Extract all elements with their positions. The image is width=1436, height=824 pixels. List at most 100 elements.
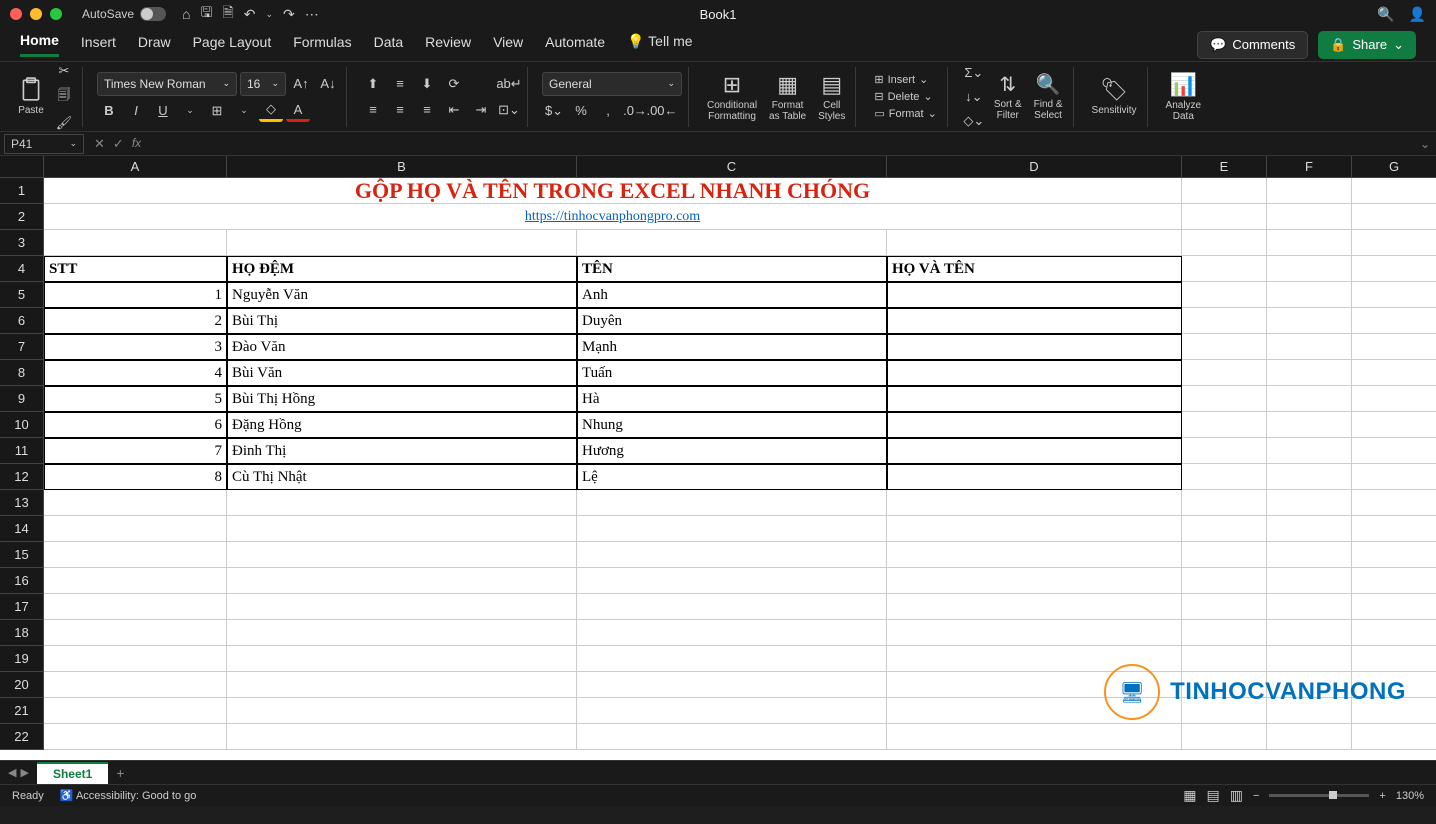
cancel-formula-icon[interactable]: ✕ [94, 136, 105, 152]
align-middle-icon[interactable]: ≡ [388, 73, 412, 95]
cell[interactable] [577, 568, 887, 594]
row-header-10[interactable]: 10 [0, 412, 44, 438]
cell[interactable] [887, 308, 1182, 334]
cell[interactable] [44, 542, 227, 568]
cell[interactable] [1267, 412, 1352, 438]
close-window[interactable] [10, 8, 22, 20]
cell[interactable] [1267, 542, 1352, 568]
cell[interactable] [1352, 256, 1436, 282]
font-size-dropdown[interactable]: 16⌄ [240, 72, 286, 96]
home-icon[interactable]: ⌂ [182, 6, 190, 22]
row-header-11[interactable]: 11 [0, 438, 44, 464]
cell[interactable] [1267, 282, 1352, 308]
cell[interactable] [1182, 620, 1267, 646]
cell[interactable] [577, 542, 887, 568]
cell[interactable]: Bùi Thị [227, 308, 577, 334]
autosum-icon[interactable]: Σ⌄ [962, 62, 986, 84]
cell[interactable] [887, 724, 1182, 750]
cell[interactable] [44, 568, 227, 594]
formula-input[interactable] [151, 134, 1414, 154]
cell[interactable] [227, 230, 577, 256]
cell[interactable] [577, 672, 887, 698]
accessibility-status[interactable]: ♿ Accessibility: Good to go [60, 789, 197, 802]
row-header-13[interactable]: 13 [0, 490, 44, 516]
cell[interactable] [887, 490, 1182, 516]
cell[interactable]: 2 [44, 308, 227, 334]
cell[interactable] [1352, 386, 1436, 412]
cell[interactable] [227, 542, 577, 568]
cell[interactable]: 1 [44, 282, 227, 308]
cell[interactable] [1352, 724, 1436, 750]
row-header-22[interactable]: 22 [0, 724, 44, 750]
cell[interactable] [887, 230, 1182, 256]
cell[interactable] [1182, 230, 1267, 256]
tab-draw[interactable]: Draw [138, 34, 171, 56]
font-color-icon[interactable]: A [286, 100, 310, 122]
clear-icon[interactable]: ◇⌄ [962, 110, 986, 132]
row-header-17[interactable]: 17 [0, 594, 44, 620]
column-header-G[interactable]: G [1352, 156, 1436, 178]
sensitivity-button[interactable]: 🏷Sensitivity [1088, 75, 1141, 118]
cell[interactable] [1267, 464, 1352, 490]
cell[interactable] [1182, 256, 1267, 282]
cell[interactable]: 7 [44, 438, 227, 464]
align-left-icon[interactable]: ≡ [361, 99, 385, 121]
tab-tell-me[interactable]: 💡 Tell me [627, 33, 692, 56]
cell[interactable] [1182, 334, 1267, 360]
select-all-cells[interactable] [0, 156, 44, 178]
fx-icon[interactable]: fx [132, 136, 141, 152]
title-cell[interactable]: GỘP HỌ VÀ TÊN TRONG EXCEL NHANH CHÓNG [44, 178, 1182, 204]
cell[interactable] [887, 620, 1182, 646]
cell[interactable] [227, 724, 577, 750]
cell[interactable] [1182, 204, 1267, 230]
cell[interactable] [1182, 594, 1267, 620]
cell[interactable] [44, 672, 227, 698]
cell[interactable] [1182, 386, 1267, 412]
cell[interactable]: Bùi Văn [227, 360, 577, 386]
cell[interactable] [887, 334, 1182, 360]
tab-insert[interactable]: Insert [81, 34, 116, 56]
cell[interactable] [887, 568, 1182, 594]
copy-icon[interactable]: 🗐 [52, 86, 76, 108]
cell[interactable] [227, 646, 577, 672]
row-header-6[interactable]: 6 [0, 308, 44, 334]
cell[interactable] [887, 386, 1182, 412]
cell[interactable] [1182, 178, 1267, 204]
cell[interactable]: 6 [44, 412, 227, 438]
borders-chevron-icon[interactable]: ⌄ [232, 100, 256, 122]
cell[interactable] [1352, 594, 1436, 620]
cell[interactable] [1182, 542, 1267, 568]
cell[interactable] [1352, 178, 1436, 204]
cell[interactable] [227, 620, 577, 646]
zoom-in-icon[interactable]: + [1379, 790, 1385, 802]
decrease-decimal-icon[interactable]: .00← [650, 100, 674, 122]
number-format-dropdown[interactable]: General⌄ [542, 72, 682, 96]
row-header-2[interactable]: 2 [0, 204, 44, 230]
share-button[interactable]: 🔒 Share ⌄ [1318, 31, 1416, 59]
insert-cells-button[interactable]: ⊞ Insert ⌄ [870, 72, 940, 87]
cell[interactable] [227, 698, 577, 724]
underline-chevron-icon[interactable]: ⌄ [178, 100, 202, 122]
cell[interactable] [1352, 490, 1436, 516]
cell[interactable] [1182, 724, 1267, 750]
cell[interactable] [44, 230, 227, 256]
document-icon[interactable]: 🗎 [222, 2, 233, 26]
row-header-20[interactable]: 20 [0, 672, 44, 698]
increase-decimal-icon[interactable]: .0→ [623, 100, 647, 122]
cell[interactable] [1267, 386, 1352, 412]
cell[interactable] [1352, 282, 1436, 308]
cell[interactable] [1352, 334, 1436, 360]
cell[interactable]: 3 [44, 334, 227, 360]
column-header-C[interactable]: C [577, 156, 887, 178]
format-as-table-button[interactable]: ▦Format as Table [765, 70, 810, 124]
row-header-14[interactable]: 14 [0, 516, 44, 542]
bold-button[interactable]: B [97, 100, 121, 122]
cell[interactable]: Hương [577, 438, 887, 464]
cell[interactable] [44, 594, 227, 620]
cell[interactable] [887, 464, 1182, 490]
cell[interactable] [1267, 438, 1352, 464]
format-cells-button[interactable]: ▭ Format ⌄ [870, 106, 940, 121]
redo-icon[interactable]: ↷ [283, 6, 295, 23]
sheet-tab-1[interactable]: Sheet1 [37, 762, 108, 784]
cell[interactable] [1267, 360, 1352, 386]
